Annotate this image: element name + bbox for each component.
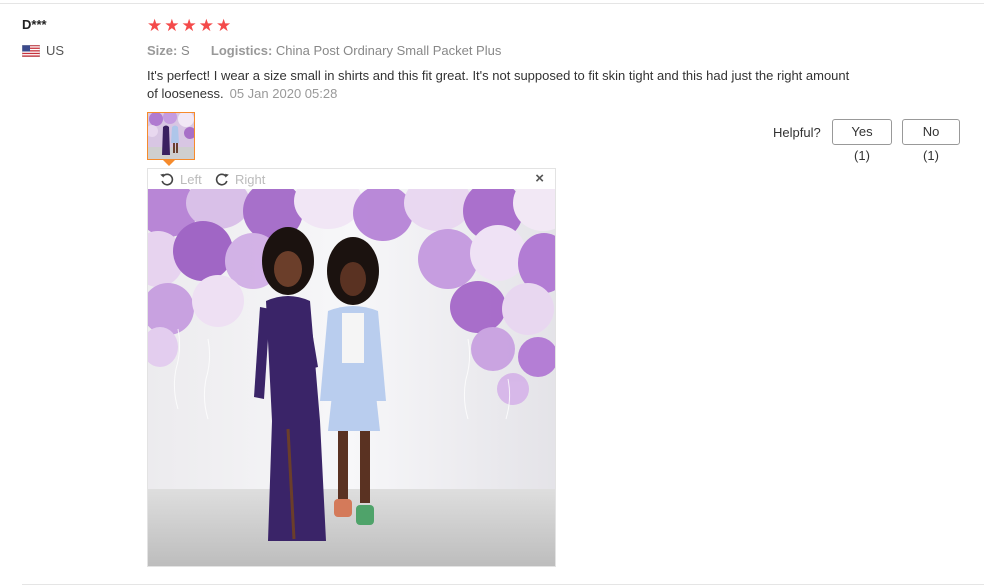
helpful-label: Helpful? bbox=[773, 125, 821, 140]
us-flag-icon bbox=[22, 44, 40, 57]
star-icon: ★ bbox=[181, 16, 197, 35]
rotate-left-icon bbox=[160, 173, 174, 186]
country-code: US bbox=[46, 43, 65, 58]
review-body: It's perfect! I wear a size small in shi… bbox=[147, 67, 857, 103]
helpful-yes-button[interactable]: Yes (1) bbox=[832, 119, 892, 163]
star-icon: ★ bbox=[147, 16, 163, 35]
photo-viewer: Left Right × bbox=[147, 168, 556, 567]
rotate-left-label: Left bbox=[180, 171, 202, 187]
top-divider bbox=[0, 3, 984, 4]
star-icon: ★ bbox=[198, 16, 214, 35]
bottom-divider bbox=[22, 584, 984, 585]
thumbnail-pointer bbox=[163, 160, 175, 166]
rotate-right-label: Right bbox=[235, 171, 266, 187]
review-photo bbox=[148, 189, 555, 566]
logistics-value: China Post Ordinary Small Packet Plus bbox=[275, 43, 502, 58]
viewer-toolbar: Left Right × bbox=[148, 169, 555, 189]
star-icon: ★ bbox=[216, 16, 232, 35]
review-photo-thumbnail[interactable] bbox=[147, 112, 195, 160]
rotate-left-button[interactable]: Left bbox=[159, 171, 202, 187]
logistics-label: Logistics: bbox=[210, 43, 273, 58]
star-rating: ★ ★ ★ ★ ★ bbox=[147, 17, 231, 35]
thumbnail-image bbox=[148, 113, 194, 159]
close-viewer-button[interactable]: × bbox=[535, 171, 544, 187]
size-label: Size: bbox=[147, 43, 178, 58]
reviewer-country: US bbox=[22, 43, 64, 58]
reviewer-name: D*** bbox=[22, 17, 47, 32]
helpful-no-button[interactable]: No (1) bbox=[902, 119, 960, 163]
star-icon: ★ bbox=[164, 16, 180, 35]
order-attributes: Size: S Logistics: China Post Ordinary S… bbox=[147, 43, 501, 58]
rotate-right-icon bbox=[215, 173, 229, 186]
rotate-right-button[interactable]: Right bbox=[214, 171, 265, 187]
size-value: S bbox=[180, 43, 190, 58]
review-date: 05 Jan 2020 05:28 bbox=[229, 86, 338, 101]
